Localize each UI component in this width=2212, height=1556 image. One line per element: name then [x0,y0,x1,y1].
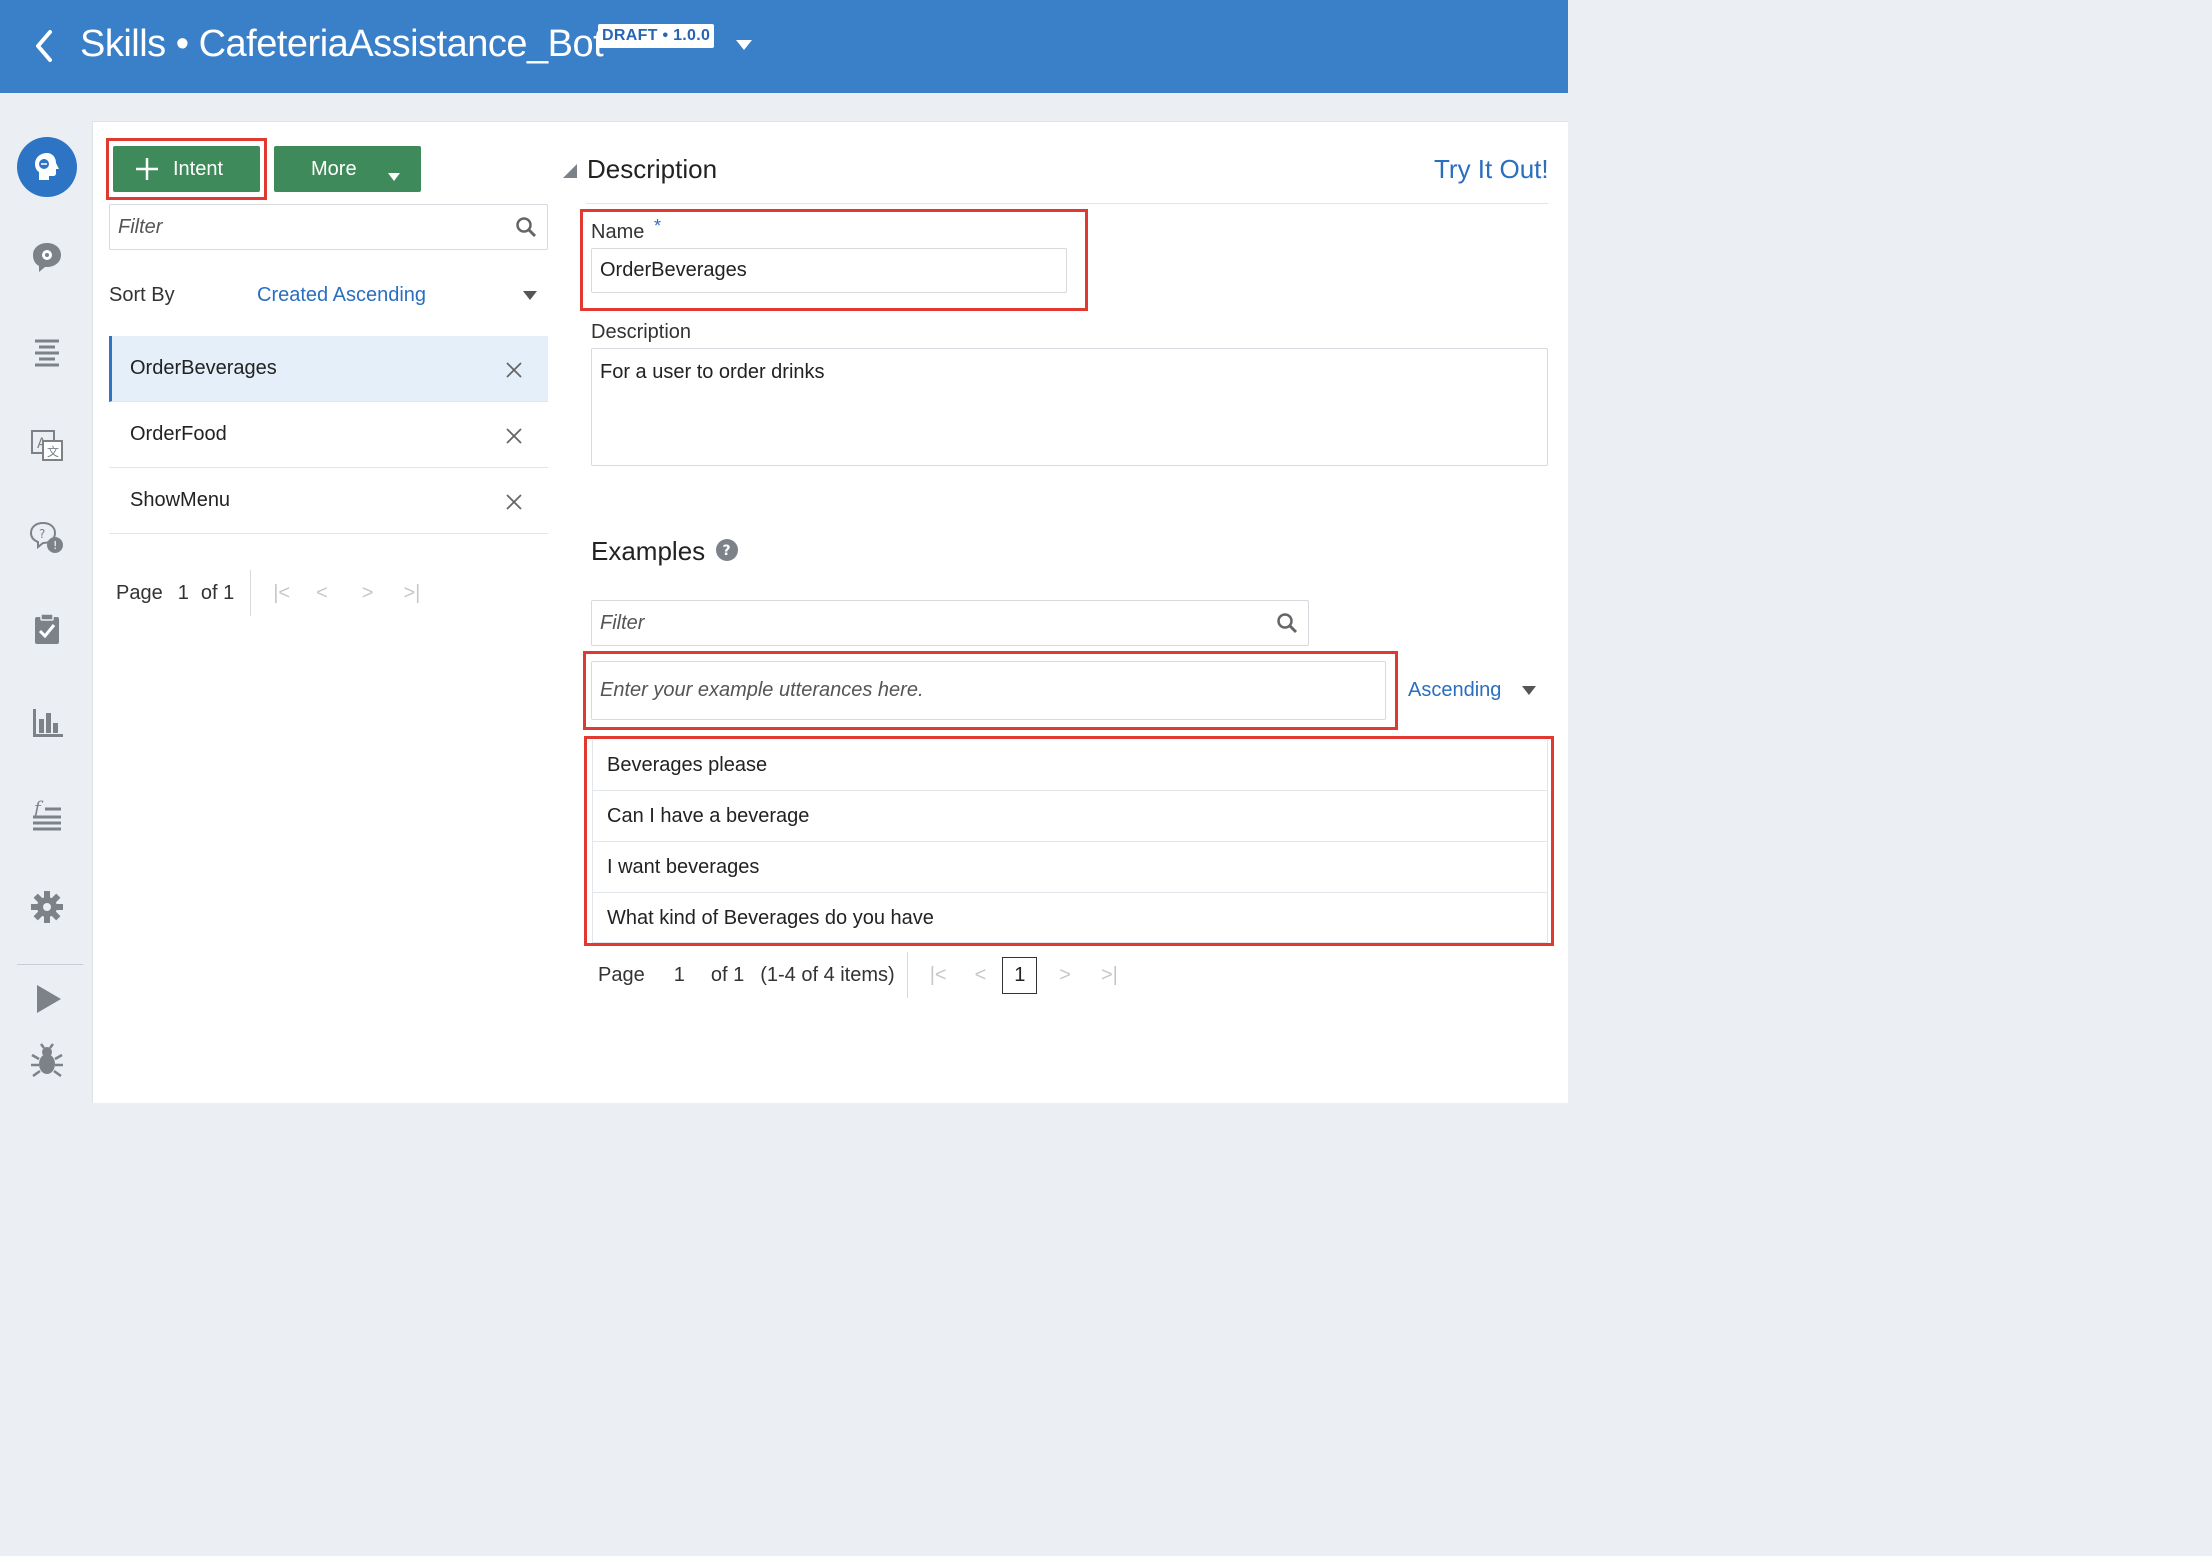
search-icon[interactable] [515,216,537,238]
components-icon[interactable]: f [23,791,71,839]
page-number: 1 [177,581,189,604]
help-icon[interactable]: ? [716,539,738,566]
current-page-box[interactable]: 1 [1002,956,1038,994]
description-label: Description [591,321,692,343]
back-arrow-icon[interactable] [30,28,60,64]
svg-text:?: ? [723,543,731,559]
version-badge: DRAFT • 1.0.0 [598,24,715,48]
prev-page-icon[interactable]: < [975,964,987,987]
intents-filter[interactable] [109,204,548,250]
delete-icon[interactable] [506,427,522,444]
debug-icon[interactable] [23,1037,71,1085]
try-it-out-link[interactable]: Try It Out! [1434,154,1549,185]
intent-label: ShowMenu [130,489,231,511]
highlight-utterance [583,651,1398,730]
examples-title: Examples [591,536,706,566]
page-label: Page [116,581,163,604]
svg-text:!: ! [53,539,57,552]
pager-divider [906,952,908,998]
intent-label: OrderFood [130,423,227,445]
section-divider [586,203,1548,204]
resource-bundles-icon[interactable]: A文 [23,421,71,469]
intent-item[interactable]: OrderBeverages [109,336,548,402]
page-total: of 1 [710,963,745,986]
first-page-icon[interactable]: |< [273,582,290,605]
more-label: More [311,157,357,180]
sort-select[interactable]: Created Ascending [257,284,426,307]
svg-text:?: ? [39,527,45,541]
page-label: Page [598,963,645,986]
intent-item[interactable]: OrderFood [109,402,548,468]
description-field[interactable]: For a user to order drinks [591,348,1548,466]
flows-icon[interactable] [23,605,71,653]
settings-icon[interactable] [23,883,71,931]
intent-list: OrderBeverages OrderFood ShowMenu [109,336,548,534]
search-icon[interactable] [1276,612,1298,634]
intents-icon[interactable] [23,233,71,281]
sort-by-label: Sort By [109,284,175,306]
svg-text:文: 文 [47,444,59,459]
examples-pager: Page 1 of 1 (1-4 of 4 items) |< < 1 > >| [598,952,1118,998]
examples-sort-select[interactable]: Ascending [1408,679,1501,702]
last-page-icon[interactable]: >| [1101,964,1118,987]
more-caret-icon [387,165,401,188]
left-nav-rail: A文 ?! f [0,93,92,1103]
examples-sort-caret-icon[interactable] [1522,686,1536,695]
version-dropdown-icon[interactable] [734,38,754,52]
delete-icon[interactable] [506,361,522,378]
examples-filter[interactable] [591,600,1309,646]
first-page-icon[interactable]: |< [930,964,947,987]
intents-filter-input[interactable] [110,205,547,249]
page-total: of 1 [200,581,235,604]
app-header: Skills • CafeteriaAssistance_Bot DRAFT •… [0,0,1568,93]
skill-icon[interactable] [17,137,77,197]
entities-icon[interactable] [23,329,71,377]
highlight-examples [584,736,1554,946]
collapse-icon[interactable] [562,163,578,184]
pager-divider [250,570,252,616]
skill-title: Skills • CafeteriaAssistance_Bot [80,23,604,65]
item-range: (1-4 of 4 items) [760,963,895,986]
last-page-icon[interactable]: >| [403,582,420,605]
insights-icon[interactable] [23,699,71,747]
intent-item[interactable]: ShowMenu [109,468,548,534]
qna-icon[interactable]: ?! [23,513,71,561]
intent-label: OrderBeverages [130,357,277,379]
delete-icon[interactable] [506,493,522,510]
page-number: 1 [673,963,685,986]
play-icon[interactable] [23,975,71,1023]
prev-page-icon[interactable]: < [316,582,328,605]
description-section-title: Description [587,154,718,184]
more-button[interactable]: More [274,146,421,192]
highlight-add-intent [106,138,267,200]
next-page-icon[interactable]: > [362,582,374,605]
examples-filter-input[interactable] [592,601,1308,645]
next-page-icon[interactable]: > [1059,964,1071,987]
rail-divider [17,964,83,965]
sort-caret-icon[interactable] [523,291,537,300]
highlight-name [580,209,1088,311]
intents-pager: Page 1 of 1 |< < > >| [116,570,420,616]
